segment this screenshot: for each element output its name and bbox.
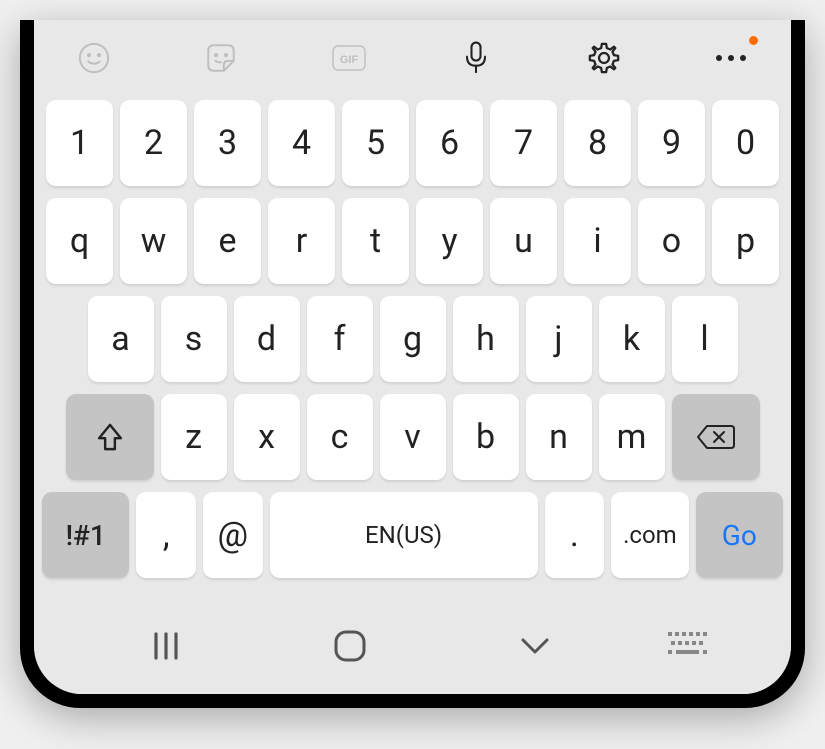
key-b[interactable]: b [453,394,519,480]
key-m[interactable]: m [599,394,665,480]
keyboard-icon [668,632,710,660]
more-button[interactable] [701,38,761,78]
key-d[interactable]: d [234,296,300,382]
key-2[interactable]: 2 [120,100,187,186]
comma-key[interactable]: , [136,492,196,578]
key-7[interactable]: 7 [490,100,557,186]
at-key[interactable]: @ [203,492,263,578]
go-key[interactable]: Go [696,492,783,578]
emoji-icon [77,41,111,75]
key-6[interactable]: 6 [416,100,483,186]
key-0[interactable]: 0 [712,100,779,186]
key-z[interactable]: z [161,394,227,480]
key-v[interactable]: v [380,394,446,480]
more-horizontal-icon [714,53,748,63]
key-5[interactable]: 5 [342,100,409,186]
sticker-button[interactable] [191,38,251,78]
key-3[interactable]: 3 [194,100,261,186]
key-s[interactable]: s [161,296,227,382]
keyboard-toggle-button[interactable] [659,626,719,666]
key-4[interactable]: 4 [268,100,335,186]
back-button[interactable] [475,626,595,666]
key-g[interactable]: g [380,296,446,382]
svg-text:GIF: GIF [340,54,359,66]
key-q[interactable]: q [46,198,113,284]
key-p[interactable]: p [712,198,779,284]
mic-icon [460,40,492,76]
system-navbar [34,608,791,694]
key-f[interactable]: f [307,296,373,382]
key-8[interactable]: 8 [564,100,631,186]
key-o[interactable]: o [638,198,705,284]
backspace-icon [696,422,736,452]
recents-icon [146,630,186,662]
settings-button[interactable] [574,38,634,78]
shift-key[interactable] [66,394,154,480]
dot-key[interactable]: . [545,492,605,578]
number-row: 1 2 3 4 5 6 7 8 9 0 [42,100,783,186]
arrow-up-icon [95,420,125,454]
asdf-row: a s d f g h j k l [42,296,783,382]
key-k[interactable]: k [599,296,665,382]
key-1[interactable]: 1 [46,100,113,186]
gif-icon: GIF [331,44,367,72]
key-a[interactable]: a [88,296,154,382]
space-key[interactable]: EN(US) [270,492,538,578]
dotcom-key[interactable]: .com [611,492,688,578]
gif-button[interactable]: GIF [319,38,379,78]
key-r[interactable]: r [268,198,335,284]
keyboard: 1 2 3 4 5 6 7 8 9 0 q w e r t y u i o [34,90,791,608]
key-n[interactable]: n [526,394,592,480]
symbol-key[interactable]: !#1 [42,492,129,578]
key-w[interactable]: w [120,198,187,284]
chevron-down-icon [515,634,555,658]
key-x[interactable]: x [234,394,300,480]
key-t[interactable]: t [342,198,409,284]
key-j[interactable]: j [526,296,592,382]
notification-badge [749,36,758,45]
sticker-icon [204,41,238,75]
voice-button[interactable] [446,38,506,78]
home-icon [332,628,368,664]
backspace-key[interactable] [672,394,760,480]
emoji-button[interactable] [64,38,124,78]
qwerty-row: q w e r t y u i o p [42,198,783,284]
key-y[interactable]: y [416,198,483,284]
home-button[interactable] [290,626,410,666]
gear-icon [587,41,621,75]
recents-button[interactable] [106,626,226,666]
key-u[interactable]: u [490,198,557,284]
key-h[interactable]: h [453,296,519,382]
zxcv-row: z x c v b n m [42,394,783,480]
key-i[interactable]: i [564,198,631,284]
key-l[interactable]: l [672,296,738,382]
bottom-row: !#1 , @ EN(US) . .com Go [42,492,783,578]
keyboard-toolbar: GIF [34,20,791,90]
key-9[interactable]: 9 [638,100,705,186]
key-c[interactable]: c [307,394,373,480]
key-e[interactable]: e [194,198,261,284]
